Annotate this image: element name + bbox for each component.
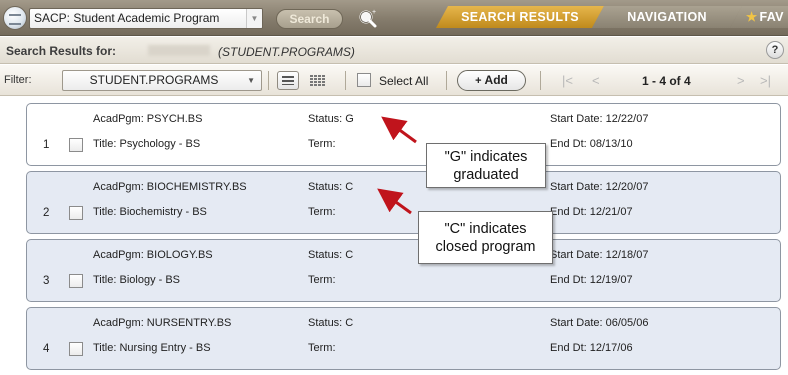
add-button[interactable]: + Add (457, 70, 526, 91)
add-button-label: Add (484, 73, 508, 87)
row-checkbox[interactable] (69, 274, 83, 288)
select-all-checkbox[interactable] (357, 73, 371, 87)
toolbar-divider (540, 71, 541, 90)
app-selector-label: SACP: Student Academic Program (34, 11, 220, 25)
callout-graduated: "G" indicates graduated (426, 143, 546, 188)
row-checkbox[interactable] (69, 342, 83, 356)
title-value: Title: Biochemistry - BS (93, 206, 207, 218)
start-date-value: Start Date: 06/05/06 (550, 317, 649, 329)
star-icon: ★ (746, 10, 758, 24)
results-list: 1 AcadPgm: PSYCH.BS Title: Psychology - … (0, 97, 788, 375)
result-card[interactable]: 3 AcadPgm: BIOLOGY.BS Title: Biology - B… (26, 239, 781, 302)
status-value: Status: G (308, 113, 354, 125)
acadpgm-value: AcadPgm: NURSENTRY.BS (93, 317, 232, 329)
status-value: Status: C (308, 181, 354, 193)
toolbar-divider (268, 71, 269, 90)
svg-text:+: + (372, 9, 376, 16)
filter-toolbar: Filter: STUDENT.PROGRAMS ▼ Select All + A… (0, 65, 788, 96)
filter-label: Filter: (4, 74, 32, 86)
page-count: 1 - 4 of 4 (642, 74, 691, 88)
row-number: 4 (43, 343, 50, 355)
end-date-value: End Dt: 12/19/07 (550, 274, 633, 286)
redacted-student-id (148, 45, 210, 56)
row-checkbox[interactable] (69, 138, 83, 152)
term-value: Term: (308, 138, 336, 150)
toolbar-divider (446, 71, 447, 90)
previous-page-button[interactable]: < (592, 73, 600, 88)
chevron-down-icon[interactable]: ▼ (246, 9, 262, 28)
title-value: Title: Nursing Entry - BS (93, 342, 211, 354)
start-date-value: Start Date: 12/20/07 (550, 181, 649, 193)
plus-icon: + (475, 75, 482, 87)
next-page-button[interactable]: > (737, 73, 745, 88)
grid-view-icon[interactable] (307, 71, 329, 90)
acadpgm-value: AcadPgm: BIOCHEMISTRY.BS (93, 181, 247, 193)
app-selector[interactable]: SACP: Student Academic Program ▼ (29, 8, 263, 29)
magnifier-plus-icon[interactable]: + (358, 8, 380, 30)
toolbar-divider (345, 71, 346, 90)
first-page-button[interactable]: |< (562, 73, 573, 88)
tab-navigation[interactable]: NAVIGATION (592, 6, 742, 28)
tab-search-results[interactable]: SEARCH RESULTS (436, 6, 604, 28)
help-button[interactable]: ? (766, 41, 784, 59)
result-card[interactable]: 1 AcadPgm: PSYCH.BS Title: Psychology - … (26, 103, 781, 166)
start-date-value: Start Date: 12/22/07 (550, 113, 649, 125)
chevron-down-icon: ▼ (247, 76, 255, 85)
last-page-button[interactable]: >| (760, 73, 771, 88)
end-date-value: End Dt: 12/21/07 (550, 206, 633, 218)
home-icon[interactable] (3, 6, 27, 30)
tab-favorites-label: FAV (759, 10, 784, 24)
result-card[interactable]: 2 AcadPgm: BIOCHEMISTRY.BS Title: Bioche… (26, 171, 781, 234)
title-value: Title: Psychology - BS (93, 138, 201, 150)
acadpgm-value: AcadPgm: PSYCH.BS (93, 113, 203, 125)
term-value: Term: (308, 274, 336, 286)
top-bar: SACP: Student Academic Program ▼ Search … (0, 0, 788, 36)
results-query: (STUDENT.PROGRAMS) (218, 45, 355, 59)
callout-graduated-line2: graduated (453, 167, 519, 183)
search-button[interactable]: Search (276, 9, 343, 29)
title-value: Title: Biology - BS (93, 274, 181, 286)
row-checkbox[interactable] (69, 206, 83, 220)
callout-graduated-line1: "G" indicates (444, 149, 528, 165)
row-number: 3 (43, 275, 50, 287)
result-card[interactable]: 4 AcadPgm: NURSENTRY.BS Title: Nursing E… (26, 307, 781, 370)
list-view-icon[interactable] (277, 71, 299, 90)
filter-select-value: STUDENT.PROGRAMS (89, 73, 219, 87)
callout-closed-line2: closed program (435, 239, 536, 255)
results-label: Search Results for: (6, 44, 117, 58)
results-header: Search Results for: (STUDENT.PROGRAMS) ? (0, 37, 788, 64)
status-value: Status: C (308, 317, 354, 329)
callout-closed: "C" indicates closed program (418, 211, 553, 264)
row-number: 2 (43, 207, 50, 219)
end-date-value: End Dt: 12/17/06 (550, 342, 633, 354)
status-value: Status: C (308, 249, 354, 261)
select-all-label: Select All (379, 74, 429, 88)
callout-closed-line1: "C" indicates (444, 221, 527, 237)
start-date-value: Start Date: 12/18/07 (550, 249, 649, 261)
term-value: Term: (308, 206, 336, 218)
acadpgm-value: AcadPgm: BIOLOGY.BS (93, 249, 213, 261)
term-value: Term: (308, 342, 336, 354)
filter-select[interactable]: STUDENT.PROGRAMS ▼ (62, 70, 262, 91)
end-date-value: End Dt: 08/13/10 (550, 138, 633, 150)
row-number: 1 (43, 139, 50, 151)
